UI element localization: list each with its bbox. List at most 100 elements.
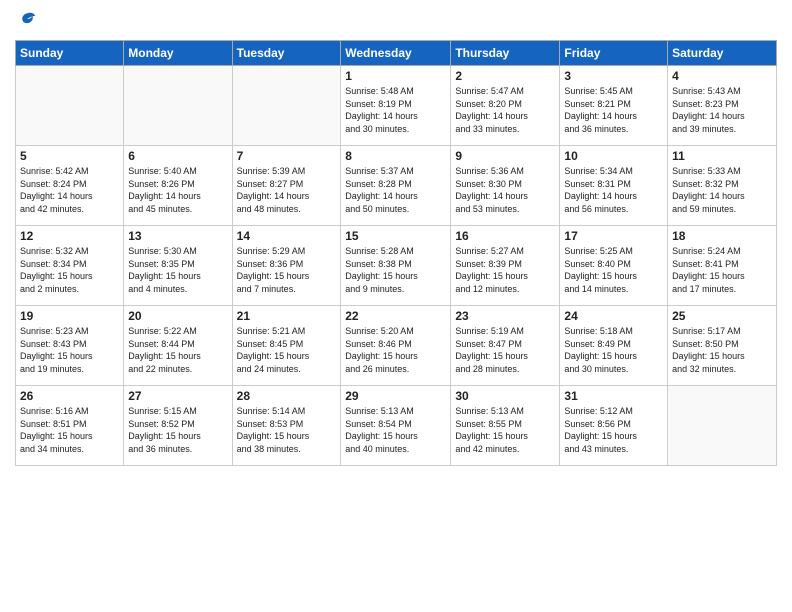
day-number: 12 [20,229,119,243]
day-cell: 3 Sunrise: 5:45 AM Sunset: 8:21 PM Daylig… [560,66,668,146]
day-info: Sunrise: 5:17 AM Sunset: 8:50 PM Dayligh… [672,325,772,375]
weekday-monday: Monday [124,41,232,66]
day-number: 30 [455,389,555,403]
day-cell: 7 Sunrise: 5:39 AM Sunset: 8:27 PM Daylig… [232,146,341,226]
day-info: Sunrise: 5:40 AM Sunset: 8:26 PM Dayligh… [128,165,227,215]
weekday-sunday: Sunday [16,41,124,66]
day-info: Sunrise: 5:15 AM Sunset: 8:52 PM Dayligh… [128,405,227,455]
day-cell: 13 Sunrise: 5:30 AM Sunset: 8:35 PM Dayli… [124,226,232,306]
day-info: Sunrise: 5:12 AM Sunset: 8:56 PM Dayligh… [564,405,663,455]
day-number: 10 [564,149,663,163]
day-info: Sunrise: 5:24 AM Sunset: 8:41 PM Dayligh… [672,245,772,295]
week-row-0: 1 Sunrise: 5:48 AM Sunset: 8:19 PM Daylig… [16,66,777,146]
day-cell: 26Sunrise: 5:16 AM Sunset: 8:51 PM Dayli… [16,386,124,466]
day-number: 19 [20,309,119,323]
day-cell [668,386,777,466]
day-cell: 31 Sunrise: 5:12 AM Sunset: 8:56 PM Dayli… [560,386,668,466]
day-info: Sunrise: 5:25 AM Sunset: 8:40 PM Dayligh… [564,245,663,295]
day-cell: 1 Sunrise: 5:48 AM Sunset: 8:19 PM Daylig… [341,66,451,146]
day-cell: 29 Sunrise: 5:13 AM Sunset: 8:54 PM Dayli… [341,386,451,466]
day-number: 14 [237,229,337,243]
weekday-header-row: SundayMondayTuesdayWednesdayThursdayFrid… [16,41,777,66]
day-cell: 28 Sunrise: 5:14 AM Sunset: 8:53 PM Dayli… [232,386,341,466]
day-info: Sunrise: 5:45 AM Sunset: 8:21 PM Dayligh… [564,85,663,135]
day-number: 25 [672,309,772,323]
day-number: 24 [564,309,663,323]
day-cell: 21Sunrise: 5:21 AM Sunset: 8:45 PM Dayli… [232,306,341,386]
logo [15,10,39,32]
week-row-3: 19 Sunrise: 5:23 AM Sunset: 8:43 PM Dayli… [16,306,777,386]
day-info: Sunrise: 5:42 AM Sunset: 8:24 PM Dayligh… [20,165,119,215]
calendar: SundayMondayTuesdayWednesdayThursdayFrid… [15,40,777,466]
logo-bird-icon [17,10,39,32]
day-info: Sunrise: 5:19 AM Sunset: 8:47 PM Dayligh… [455,325,555,375]
day-number: 17 [564,229,663,243]
day-cell: 4 Sunrise: 5:43 AM Sunset: 8:23 PM Daylig… [668,66,777,146]
day-info: Sunrise: 5:47 AM Sunset: 8:20 PM Dayligh… [455,85,555,135]
day-cell: 15 Sunrise: 5:28 AM Sunset: 8:38 PM Dayli… [341,226,451,306]
day-cell: 23 Sunrise: 5:19 AM Sunset: 8:47 PM Dayli… [451,306,560,386]
weekday-thursday: Thursday [451,41,560,66]
day-number: 7 [237,149,337,163]
day-info: Sunrise: 5:48 AM Sunset: 8:19 PM Dayligh… [345,85,446,135]
day-info: Sunrise: 5:39 AM Sunset: 8:27 PM Dayligh… [237,165,337,215]
day-cell: 2Sunrise: 5:47 AM Sunset: 8:20 PM Daylig… [451,66,560,146]
day-cell [16,66,124,146]
weekday-saturday: Saturday [668,41,777,66]
day-number: 18 [672,229,772,243]
day-info: Sunrise: 5:27 AM Sunset: 8:39 PM Dayligh… [455,245,555,295]
day-info: Sunrise: 5:36 AM Sunset: 8:30 PM Dayligh… [455,165,555,215]
day-number: 23 [455,309,555,323]
day-info: Sunrise: 5:30 AM Sunset: 8:35 PM Dayligh… [128,245,227,295]
day-info: Sunrise: 5:13 AM Sunset: 8:55 PM Dayligh… [455,405,555,455]
day-info: Sunrise: 5:37 AM Sunset: 8:28 PM Dayligh… [345,165,446,215]
day-cell: 16Sunrise: 5:27 AM Sunset: 8:39 PM Dayli… [451,226,560,306]
day-info: Sunrise: 5:28 AM Sunset: 8:38 PM Dayligh… [345,245,446,295]
day-info: Sunrise: 5:20 AM Sunset: 8:46 PM Dayligh… [345,325,446,375]
day-cell: 25 Sunrise: 5:17 AM Sunset: 8:50 PM Dayli… [668,306,777,386]
day-info: Sunrise: 5:43 AM Sunset: 8:23 PM Dayligh… [672,85,772,135]
day-number: 15 [345,229,446,243]
day-info: Sunrise: 5:14 AM Sunset: 8:53 PM Dayligh… [237,405,337,455]
header [15,10,777,32]
day-number: 9 [455,149,555,163]
logo-text [15,10,39,32]
day-cell [232,66,341,146]
day-info: Sunrise: 5:23 AM Sunset: 8:43 PM Dayligh… [20,325,119,375]
day-info: Sunrise: 5:33 AM Sunset: 8:32 PM Dayligh… [672,165,772,215]
day-info: Sunrise: 5:29 AM Sunset: 8:36 PM Dayligh… [237,245,337,295]
day-cell: 30 Sunrise: 5:13 AM Sunset: 8:55 PM Dayli… [451,386,560,466]
page: SundayMondayTuesdayWednesdayThursdayFrid… [0,0,792,476]
weekday-tuesday: Tuesday [232,41,341,66]
day-number: 8 [345,149,446,163]
weekday-friday: Friday [560,41,668,66]
day-number: 4 [672,69,772,83]
day-number: 3 [564,69,663,83]
day-number: 1 [345,69,446,83]
day-number: 28 [237,389,337,403]
day-info: Sunrise: 5:34 AM Sunset: 8:31 PM Dayligh… [564,165,663,215]
day-cell: 27Sunrise: 5:15 AM Sunset: 8:52 PM Dayli… [124,386,232,466]
day-info: Sunrise: 5:13 AM Sunset: 8:54 PM Dayligh… [345,405,446,455]
day-cell: 20 Sunrise: 5:22 AM Sunset: 8:44 PM Dayli… [124,306,232,386]
day-cell: 9 Sunrise: 5:36 AM Sunset: 8:30 PM Daylig… [451,146,560,226]
day-info: Sunrise: 5:21 AM Sunset: 8:45 PM Dayligh… [237,325,337,375]
week-row-1: 5 Sunrise: 5:42 AM Sunset: 8:24 PM Daylig… [16,146,777,226]
day-number: 29 [345,389,446,403]
day-number: 31 [564,389,663,403]
day-cell: 11 Sunrise: 5:33 AM Sunset: 8:32 PM Dayli… [668,146,777,226]
day-number: 20 [128,309,227,323]
day-cell: 22 Sunrise: 5:20 AM Sunset: 8:46 PM Dayli… [341,306,451,386]
day-cell: 6 Sunrise: 5:40 AM Sunset: 8:26 PM Daylig… [124,146,232,226]
day-number: 22 [345,309,446,323]
day-number: 5 [20,149,119,163]
day-info: Sunrise: 5:22 AM Sunset: 8:44 PM Dayligh… [128,325,227,375]
day-cell: 24Sunrise: 5:18 AM Sunset: 8:49 PM Dayli… [560,306,668,386]
day-cell: 8 Sunrise: 5:37 AM Sunset: 8:28 PM Daylig… [341,146,451,226]
day-cell: 10 Sunrise: 5:34 AM Sunset: 8:31 PM Dayli… [560,146,668,226]
day-number: 6 [128,149,227,163]
week-row-4: 26Sunrise: 5:16 AM Sunset: 8:51 PM Dayli… [16,386,777,466]
day-cell: 18 Sunrise: 5:24 AM Sunset: 8:41 PM Dayli… [668,226,777,306]
day-number: 13 [128,229,227,243]
day-number: 11 [672,149,772,163]
